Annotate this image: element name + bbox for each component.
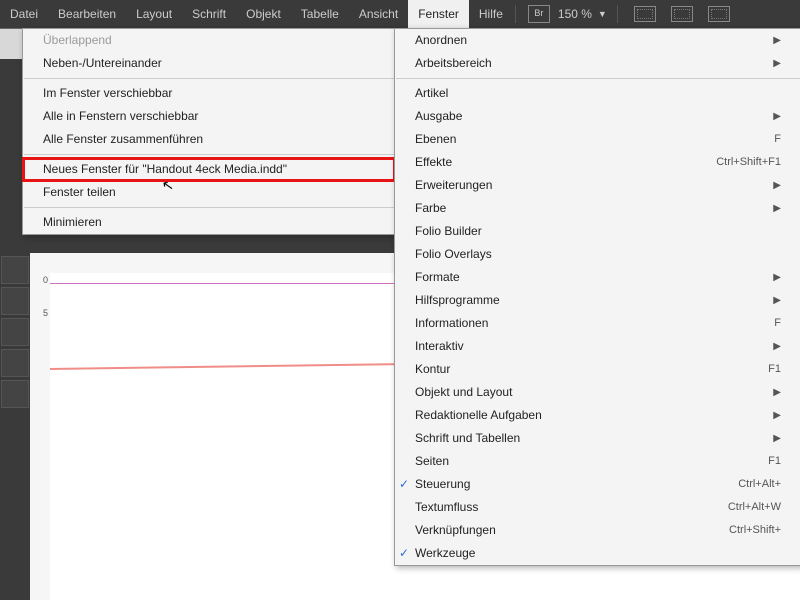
menu-fenster[interactable]: Fenster bbox=[408, 0, 469, 28]
tool-page[interactable] bbox=[1, 318, 29, 346]
menu-datei[interactable]: Datei bbox=[0, 0, 48, 28]
arrange-docs-icon[interactable] bbox=[671, 6, 693, 22]
chevron-right-icon: ▶ bbox=[773, 427, 781, 450]
ruler-tick: 5 bbox=[30, 308, 50, 318]
mi-split-window[interactable]: Fenster teilen bbox=[23, 181, 395, 204]
mi-overlap[interactable]: Überlappend bbox=[23, 29, 395, 52]
tool-type[interactable] bbox=[1, 380, 29, 408]
zoom-dropdown[interactable]: 150 % ▼ bbox=[558, 7, 607, 21]
screen-mode-icon[interactable] bbox=[634, 6, 656, 22]
mi-artikel[interactable]: Artikel bbox=[395, 82, 800, 105]
view-mode-icons bbox=[634, 6, 730, 22]
tool-direct-select[interactable] bbox=[1, 287, 29, 315]
mi-new-window[interactable]: Neues Fenster für "Handout 4eck Media.in… bbox=[23, 158, 395, 181]
chevron-right-icon: ▶ bbox=[773, 105, 781, 128]
mi-folio-builder[interactable]: Folio Builder bbox=[395, 220, 800, 243]
menu-objekt[interactable]: Objekt bbox=[236, 0, 291, 28]
mi-formate[interactable]: Formate▶ bbox=[395, 266, 800, 289]
mi-interaktiv[interactable]: Interaktiv▶ bbox=[395, 335, 800, 358]
mi-steuerung[interactable]: ✓SteuerungCtrl+Alt+ bbox=[395, 473, 800, 496]
bridge-icon[interactable]: Br bbox=[528, 5, 550, 23]
check-icon: ✓ bbox=[399, 473, 409, 496]
mi-erweiterungen[interactable]: Erweiterungen▶ bbox=[395, 174, 800, 197]
mi-tile[interactable]: Neben-/Untereinander bbox=[23, 52, 395, 75]
mi-hilfsprogramme[interactable]: Hilfsprogramme▶ bbox=[395, 289, 800, 312]
menu-bearbeiten[interactable]: Bearbeiten bbox=[48, 0, 126, 28]
tool-selection[interactable] bbox=[1, 256, 29, 284]
menu-ansicht[interactable]: Ansicht bbox=[349, 0, 408, 28]
window-menu: Anordnen▶ Arbeitsbereich▶ Artikel Ausgab… bbox=[394, 28, 800, 566]
mi-farbe[interactable]: Farbe▶ bbox=[395, 197, 800, 220]
chevron-right-icon: ▶ bbox=[773, 404, 781, 427]
mi-kontur[interactable]: KonturF1 bbox=[395, 358, 800, 381]
mi-anordnen[interactable]: Anordnen▶ bbox=[395, 29, 800, 52]
mi-ausgabe[interactable]: Ausgabe▶ bbox=[395, 105, 800, 128]
menu-schrift[interactable]: Schrift bbox=[182, 0, 236, 28]
menubar-sep bbox=[617, 5, 618, 23]
mi-schrift-tabellen[interactable]: Schrift und Tabellen▶ bbox=[395, 427, 800, 450]
ruler-tick: 0 bbox=[30, 275, 50, 285]
mi-verknuepfungen[interactable]: VerknüpfungenCtrl+Shift+ bbox=[395, 519, 800, 542]
menu-tabelle[interactable]: Tabelle bbox=[291, 0, 349, 28]
tool-panel bbox=[0, 253, 30, 600]
layout-icon[interactable] bbox=[708, 6, 730, 22]
mi-float-window[interactable]: Im Fenster verschiebbar bbox=[23, 82, 395, 105]
mi-objekt-layout[interactable]: Objekt und Layout▶ bbox=[395, 381, 800, 404]
chevron-right-icon: ▶ bbox=[773, 381, 781, 404]
mi-textumfluss[interactable]: TextumflussCtrl+Alt+W bbox=[395, 496, 800, 519]
mi-seiten[interactable]: SeitenF1 bbox=[395, 450, 800, 473]
mi-consolidate[interactable]: Alle Fenster zusammenführen bbox=[23, 128, 395, 151]
mi-minimize[interactable]: Minimieren bbox=[23, 211, 395, 234]
mi-informationen[interactable]: InformationenF bbox=[395, 312, 800, 335]
mi-redaktionell[interactable]: Redaktionelle Aufgaben▶ bbox=[395, 404, 800, 427]
menubar: Datei Bearbeiten Layout Schrift Objekt T… bbox=[0, 0, 800, 28]
chevron-right-icon: ▶ bbox=[773, 335, 781, 358]
zoom-value: 150 % bbox=[558, 7, 592, 21]
menu-layout[interactable]: Layout bbox=[126, 0, 182, 28]
tool-gap[interactable] bbox=[1, 349, 29, 377]
chevron-right-icon: ▶ bbox=[773, 29, 781, 52]
mi-float-all[interactable]: Alle in Fenstern verschiebbar bbox=[23, 105, 395, 128]
mi-folio-overlays[interactable]: Folio Overlays bbox=[395, 243, 800, 266]
chevron-right-icon: ▶ bbox=[773, 266, 781, 289]
chevron-right-icon: ▶ bbox=[773, 174, 781, 197]
mi-effekte[interactable]: EffekteCtrl+Shift+F1 bbox=[395, 151, 800, 174]
menu-hilfe[interactable]: Hilfe bbox=[469, 0, 513, 28]
menubar-sep bbox=[515, 5, 516, 23]
mi-arbeitsbereich[interactable]: Arbeitsbereich▶ bbox=[395, 52, 800, 75]
window-submenu: Überlappend Neben-/Untereinander Im Fens… bbox=[22, 28, 396, 235]
check-icon: ✓ bbox=[399, 542, 409, 565]
ruler-vertical: 0 5 bbox=[30, 253, 51, 600]
mi-ebenen[interactable]: EbenenF bbox=[395, 128, 800, 151]
chevron-down-icon: ▼ bbox=[598, 9, 607, 19]
chevron-right-icon: ▶ bbox=[773, 289, 781, 312]
chevron-right-icon: ▶ bbox=[773, 52, 781, 75]
chevron-right-icon: ▶ bbox=[773, 197, 781, 220]
mi-werkzeuge[interactable]: ✓Werkzeuge bbox=[395, 542, 800, 565]
